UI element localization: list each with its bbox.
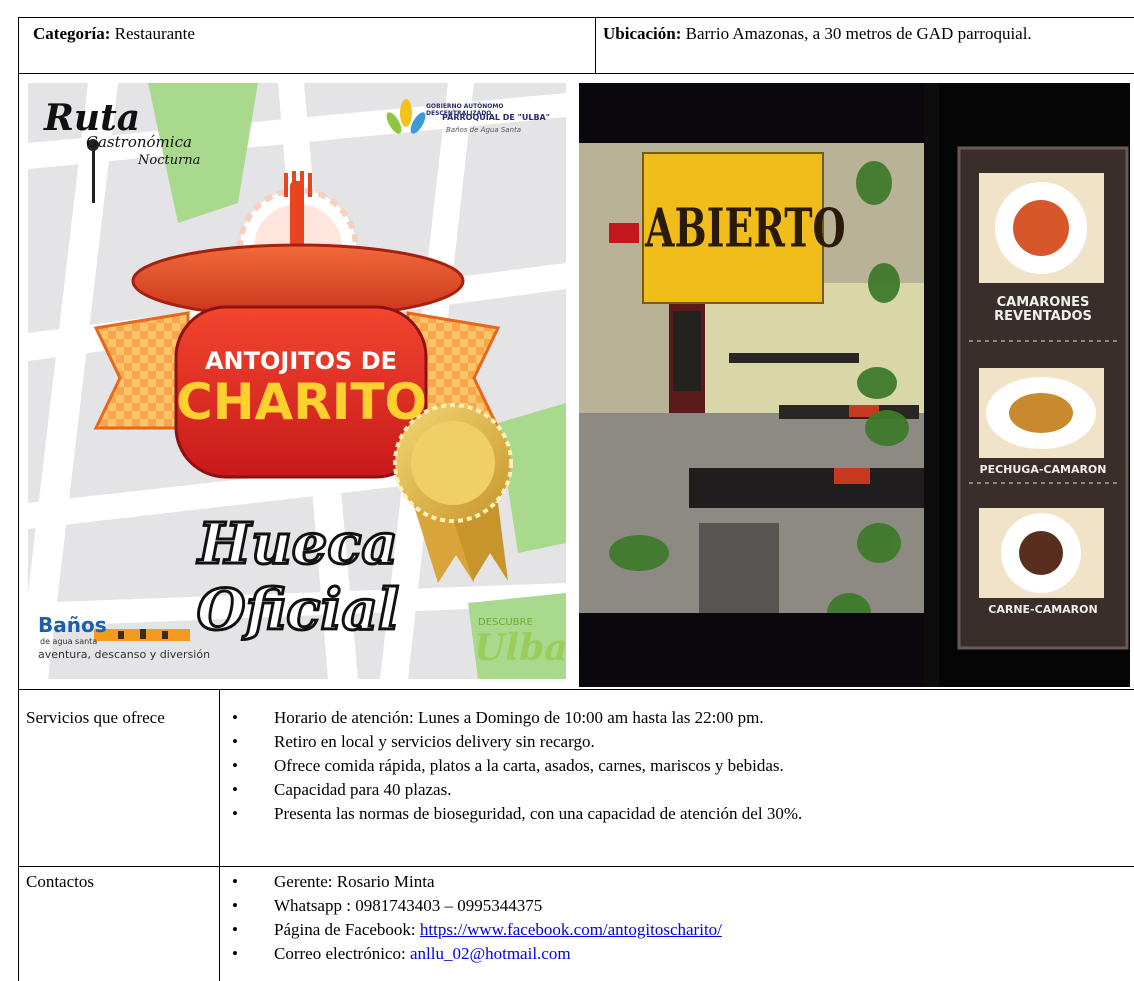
banos-tagline: aventura, descanso y diversión: [38, 648, 211, 661]
table-border-services-bottom: [18, 866, 1134, 867]
menu-item-camarones: CAMARONES: [996, 295, 1090, 310]
menu-item-reventados: REVENTADOS: [994, 309, 1092, 324]
service-item: Presenta las normas de bioseguridad, con…: [224, 802, 1124, 826]
table-border-header-bottom: [18, 73, 1134, 74]
services-label: Servicios que ofrece: [26, 708, 165, 727]
menu-item-carne-camaron: CARNE-CAMARON: [988, 603, 1098, 616]
gad-line-3: Baños de Agua Santa: [446, 126, 522, 134]
table-border-header-divider: [595, 17, 596, 73]
banos-logo-title: Baños: [38, 613, 107, 637]
brand-line-1: ANTOJITOS DE: [204, 347, 398, 375]
facebook-label: Página de Facebook:: [274, 920, 420, 939]
service-item: Capacidad para 40 plazas.: [224, 778, 1124, 802]
category-value: Restaurante: [114, 24, 195, 43]
ruta-subtitle-1: Gastronómica: [86, 133, 192, 151]
location-value: Barrio Amazonas, a 30 metros de GAD parr…: [685, 24, 1032, 43]
contacts-list: Gerente: Rosario Minta Whatsapp : 098174…: [224, 870, 1124, 966]
category-label: Categoría:: [33, 24, 111, 43]
contact-whatsapp: Whatsapp : 0981743403 – 0995344375: [224, 894, 1124, 918]
abierto-sign: ABIERTO: [645, 196, 846, 259]
location-cell: Ubicación: Barrio Amazonas, a 30 metros …: [603, 22, 1127, 46]
contacts-label: Contactos: [26, 872, 94, 891]
facebook-link[interactable]: https://www.facebook.com/antogitoscharit…: [420, 920, 722, 939]
service-item: Horario de atención: Lunes a Domingo de …: [224, 706, 1124, 730]
gad-line-2: PARROQUIAL DE "ULBA": [442, 113, 550, 122]
table-border-top: [18, 17, 1134, 18]
storefront-graphic: [579, 83, 1130, 687]
service-item: Retiro en local y servicios delivery sin…: [224, 730, 1124, 754]
table-border-images-bottom: [18, 689, 1134, 690]
service-item: Ofrece comida rápida, platos a la carta,…: [224, 754, 1124, 778]
contact-manager: Gerente: Rosario Minta: [224, 870, 1124, 894]
email-link[interactable]: anllu_02@hotmail.com: [410, 944, 571, 963]
antojitos-charito-poster: Ruta Gastronómica Nocturna GOBIERNO AUTÓ…: [28, 83, 566, 679]
banos-logo-subtitle: de agua santa: [40, 637, 98, 646]
contact-email: Correo electrónico: anllu_02@hotmail.com: [224, 942, 1124, 966]
ulba-logo: Ulba: [474, 627, 566, 669]
contact-facebook: Página de Facebook: https://www.facebook…: [224, 918, 1124, 942]
category-cell: Categoría: Restaurante: [33, 22, 583, 46]
table-border-label-divider: [219, 689, 220, 981]
services-list: Horario de atención: Lunes a Domingo de …: [224, 706, 1124, 826]
table-border-left: [18, 17, 19, 981]
menu-item-pechuga-camaron: PECHUGA-CAMARON: [979, 463, 1107, 476]
hueca-oficial-title: Hueca Oficial: [195, 510, 400, 645]
ruta-subtitle-2: Nocturna: [138, 153, 201, 168]
brand-line-2: CHARITO: [176, 373, 427, 431]
restaurant-storefront-photo: ABIERTO CAMARONES REVENTADOS PECHUGA-CAM…: [579, 83, 1130, 687]
email-label: Correo electrónico:: [274, 944, 410, 963]
location-label: Ubicación:: [603, 24, 682, 43]
